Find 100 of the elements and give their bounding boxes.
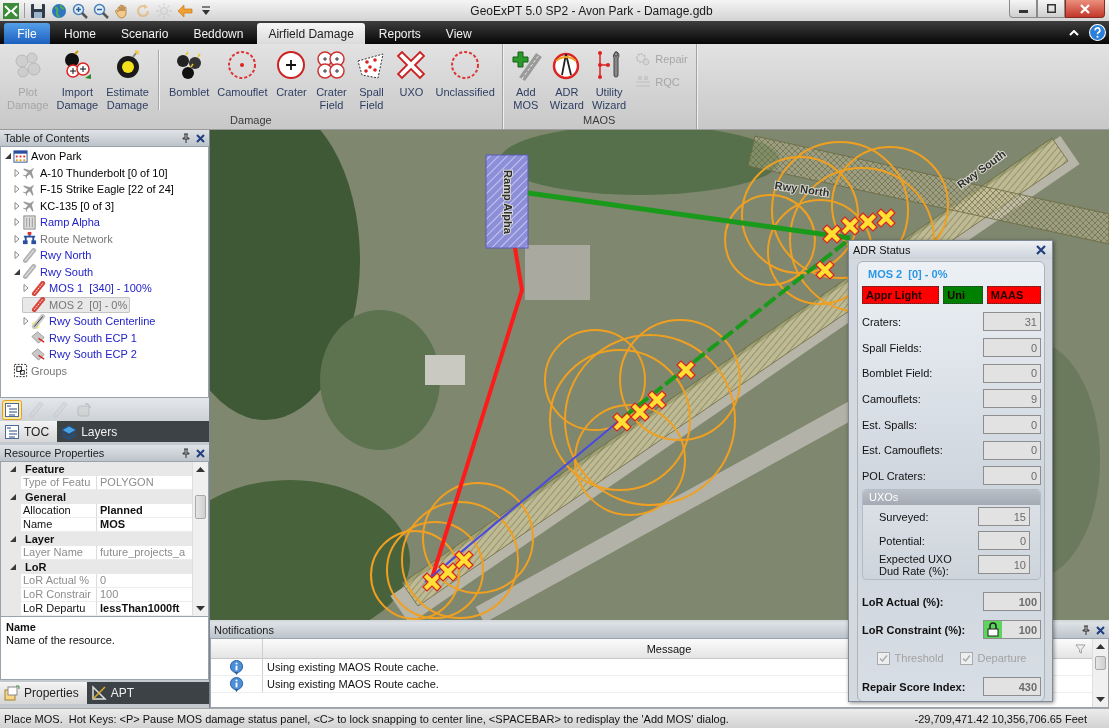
value-field[interactable]: 100 (983, 620, 1041, 640)
tab[interactable]: View (434, 23, 483, 44)
value-field: 430 (983, 677, 1041, 697)
back-arrow-icon[interactable] (177, 2, 193, 19)
expand-arrow-icon[interactable] (9, 563, 17, 571)
value-field[interactable]: 100 (983, 592, 1041, 612)
uxo-marker[interactable] (815, 260, 835, 280)
arrow-up-icon[interactable] (195, 466, 206, 473)
uxo-marker[interactable] (840, 216, 860, 236)
field-label: Est. Camouflets: (862, 444, 943, 457)
status-badge: MAAS (986, 286, 1041, 304)
tab[interactable]: APT (86, 682, 143, 704)
scrollbar[interactable] (1092, 639, 1108, 707)
tree-item[interactable]: Rwy North (13, 247, 95, 264)
scrollbar[interactable] (192, 462, 208, 616)
tree-item[interactable]: F-15 Strike Eagle [22 of 24] (13, 181, 177, 198)
filter-icon[interactable] (1075, 643, 1086, 654)
app-logo-icon[interactable] (3, 2, 19, 19)
airplane-icon (22, 165, 37, 181)
tree-item[interactable]: MOS 1 [340] - 100% (22, 280, 155, 297)
arrow-down-icon[interactable] (1095, 696, 1106, 703)
uxo-marker[interactable] (858, 212, 878, 232)
close-icon[interactable] (196, 448, 205, 458)
uxo-marker[interactable] (876, 208, 896, 228)
close-icon[interactable] (1096, 625, 1105, 635)
help-icon[interactable] (1089, 24, 1106, 41)
tile-icon (31, 330, 46, 346)
tab[interactable]: Beddown (182, 23, 255, 44)
uxo-marker[interactable] (422, 572, 442, 592)
expand-arrow-icon[interactable] (9, 535, 17, 543)
tree-item[interactable]: Rwy South Centerline (22, 313, 159, 330)
field-label: Repair Score Index: (862, 680, 966, 693)
arrow-down-icon[interactable] (195, 605, 206, 612)
expand-arrow-icon[interactable] (9, 493, 17, 501)
uxo-marker[interactable] (454, 550, 474, 570)
save-icon[interactable] (30, 2, 46, 19)
ribbon-button[interactable]: Import Damage (53, 44, 102, 114)
field-label: Potential: (879, 534, 925, 547)
pin-icon[interactable] (1081, 625, 1091, 635)
ribbon-button[interactable]: Utility Wizard (589, 44, 630, 114)
ribbon-button[interactable]: ADR Wizard (546, 44, 587, 114)
tree-item[interactable]: Route Network (13, 230, 116, 247)
uxo-marker[interactable] (676, 360, 696, 380)
ribbon-button[interactable]: Crater (272, 44, 311, 114)
expand-arrow-icon[interactable] (4, 152, 12, 161)
ribbon-button[interactable]: Spall Field (352, 44, 391, 114)
ribbon-button[interactable]: Bomblet (165, 44, 213, 114)
tree-item[interactable]: Rwy South (13, 263, 97, 280)
arrow-up-icon[interactable] (1095, 643, 1106, 650)
close-icon[interactable] (196, 133, 205, 143)
uxo-marker[interactable] (822, 224, 842, 244)
pin-icon[interactable] (181, 448, 191, 458)
uxo-marker[interactable] (647, 390, 667, 410)
tab[interactable]: Layers (57, 421, 126, 442)
ribbon-button[interactable]: Estimate Damage (103, 44, 152, 114)
tab[interactable]: Home (53, 23, 107, 44)
tree-item[interactable]: KC-135 [0 of 3] (13, 197, 117, 214)
uxo-marker[interactable] (438, 562, 458, 582)
tree-item[interactable]: Avon Park (4, 148, 85, 165)
globe-icon[interactable] (51, 2, 67, 19)
tree-item[interactable]: Rwy South ECP 2 (22, 346, 140, 363)
mos-title: MOS 2 [0] - 0% (867, 267, 948, 282)
hand-icon[interactable] (114, 2, 130, 19)
ribbon-button[interactable]: Add MOS (506, 44, 545, 114)
plus-runway-icon (509, 49, 542, 81)
ribbon-button[interactable]: Unclassified (432, 44, 498, 114)
zoom-out-icon[interactable] (93, 2, 109, 19)
file-menu-button[interactable]: File (4, 23, 50, 44)
close-button[interactable] (1065, 0, 1105, 18)
expand-arrow-icon[interactable] (9, 465, 17, 473)
maximize-button[interactable] (1037, 0, 1065, 18)
caret-up-icon[interactable] (1069, 29, 1079, 36)
tree-item[interactable]: Rwy South ECP 1 (22, 329, 140, 346)
ribbon-button[interactable]: Crater Field (312, 44, 351, 114)
tab[interactable]: Airfield Damage (257, 23, 365, 44)
ribbon-button[interactable]: UXO (392, 44, 431, 114)
tab[interactable]: TOC (0, 421, 58, 442)
tab[interactable]: Reports (367, 23, 432, 44)
pin-icon[interactable] (181, 133, 191, 143)
category-label: LoR (25, 561, 47, 573)
tree-item[interactable]: Ramp Alpha (13, 214, 103, 231)
lock-icon[interactable] (984, 621, 1002, 639)
list-icon[interactable] (2, 399, 22, 420)
tree-item[interactable]: Groups (4, 362, 71, 379)
dashed-ring-icon (449, 49, 482, 81)
uxo-marker[interactable] (612, 412, 632, 432)
scroll-thumb[interactable] (1095, 656, 1106, 670)
scroll-thumb[interactable] (195, 495, 206, 519)
column-header[interactable]: Message (263, 642, 1075, 655)
uxo-marker[interactable] (630, 402, 650, 422)
expand-arrow-icon[interactable] (13, 267, 21, 276)
tree-item[interactable]: MOS 2 [0] - 0% (22, 296, 131, 313)
ribbon-button[interactable]: Camouflet (214, 44, 271, 114)
zoom-in-icon[interactable] (72, 2, 88, 19)
minimize-button[interactable] (1009, 0, 1037, 18)
tab[interactable]: Scenario (110, 23, 180, 44)
tab[interactable]: Properties (0, 682, 87, 704)
tree-item[interactable]: A-10 Thunderbolt [0 of 10] (13, 164, 171, 181)
runway-icon (22, 247, 37, 263)
close-icon[interactable] (1036, 245, 1046, 255)
